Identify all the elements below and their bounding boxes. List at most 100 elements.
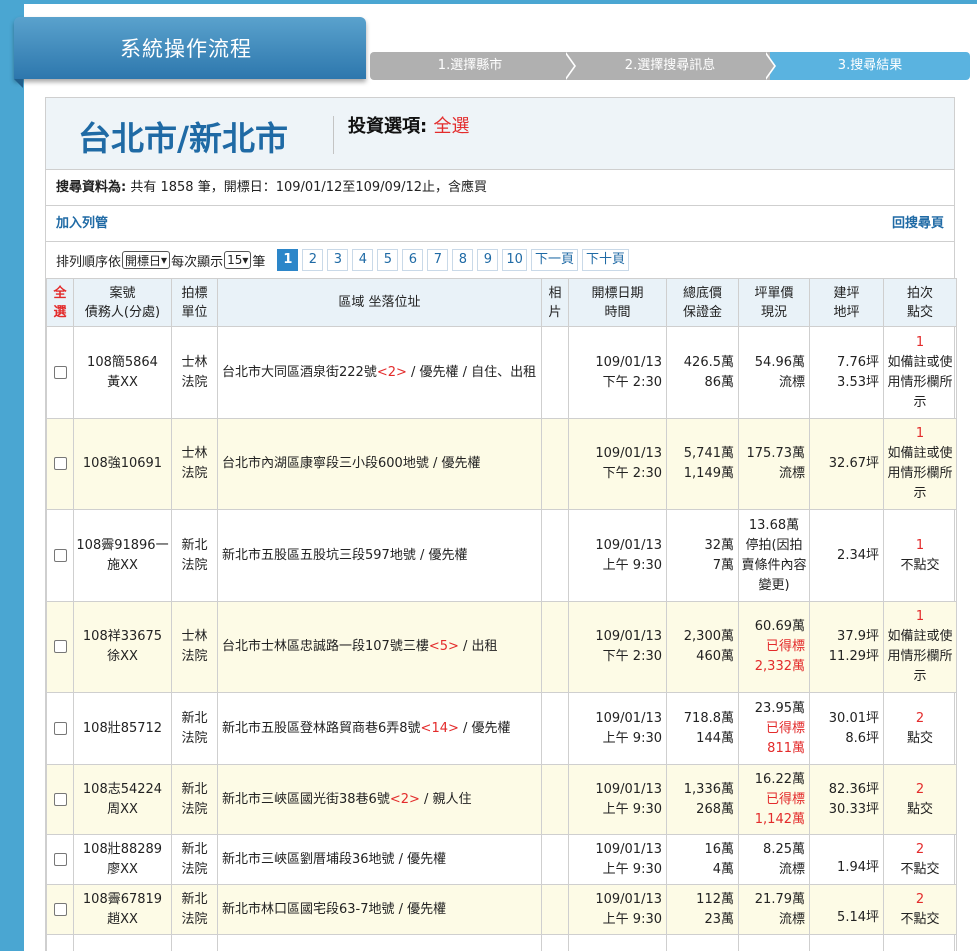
photo-cell <box>541 418 569 510</box>
row-checkbox[interactable] <box>53 457 67 470</box>
price-cell: 112萬 23萬 <box>666 884 739 935</box>
chevron-down-icon: ▾ <box>242 253 249 267</box>
table-row: 108霽91896一 施XX 新北 法院 新北市五股區五股坑三段597地號 / 優先… <box>46 509 957 602</box>
col-photo: 相片 <box>541 278 569 327</box>
date-cell: 109/01/13 上午 9:30 <box>568 692 667 765</box>
page-button-6[interactable]: 6 <box>402 249 424 271</box>
table-row: 108強10691 士林 法院 台北市內湖區康寧段三小段600地號 / 優先權 1… <box>46 418 957 510</box>
col-unit-price: 坪單價 現況 <box>738 278 810 327</box>
unit-price-cell: 175.73萬 流標 <box>738 418 810 510</box>
court-cell: 新北 法院 <box>171 509 218 602</box>
sort-select[interactable]: 開標日 ▾ <box>122 251 171 269</box>
next-page-button[interactable]: 下一頁 <box>530 249 578 271</box>
per-page-select[interactable]: 15 ▾ <box>224 251 252 269</box>
round-cell: 1 不點交 <box>883 509 957 602</box>
date-cell: 109/01/13 上午 9:30 <box>568 764 667 835</box>
price-cell: 5,741萬 1,149萬 <box>666 418 739 510</box>
area-cell: 5.14坪 <box>809 884 884 935</box>
row-checkbox-cell <box>46 692 74 765</box>
col-price: 總底價 保證金 <box>666 278 739 327</box>
case-cell[interactable]: 108志54224 周XX <box>73 764 172 835</box>
divider <box>333 116 334 154</box>
table-row: 108志54224 周XX 新北 法院 新北市三峽區國光街38巷6號<2> / 親人… <box>46 764 957 835</box>
back-to-search-link[interactable]: 回搜尋頁 <box>892 206 944 242</box>
address-cell[interactable]: 台北市大同區酒泉街222號<2> / 優先權 / 自住、出租 <box>217 326 542 419</box>
row-checkbox[interactable] <box>53 365 67 379</box>
row-checkbox-cell <box>46 326 74 419</box>
address-cell[interactable]: 新北市林口區國宅段63-7地號 / 優先權 <box>217 884 542 935</box>
case-cell[interactable]: 108霽91896一 施XX <box>73 509 172 602</box>
court-cell: 新北 法院 <box>171 764 218 835</box>
row-checkbox[interactable] <box>53 792 67 806</box>
address-cell[interactable]: 新北市五股區五股坑三段597地號 / 優先權 <box>217 509 542 602</box>
court-cell: 新北 法院 <box>171 692 218 765</box>
page-button-3[interactable]: 3 <box>327 249 349 271</box>
photo-cell <box>541 601 569 693</box>
round-cell: 2 不點交 <box>883 884 957 935</box>
per-page-unit: 筆 <box>252 254 266 270</box>
page-button-10[interactable]: 10 <box>502 249 527 271</box>
region-title: 台北市/新北市 <box>78 119 289 158</box>
add-watch-link[interactable]: 加入列管 <box>56 216 108 231</box>
court-cell: 士林 法院 <box>171 326 218 419</box>
court-cell: 士林 法院 <box>171 601 218 693</box>
court-cell: 新北 法院 <box>171 834 218 885</box>
unit-price-cell: 54.96萬 流標 <box>738 326 810 419</box>
unit-price-cell: 8.25萬 流標 <box>738 834 810 885</box>
case-cell[interactable]: 108簡5864 黃XX <box>73 326 172 419</box>
case-cell[interactable]: 108祥33675 徐XX <box>73 601 172 693</box>
round-cell: 2 點交 <box>883 764 957 835</box>
area-cell: 7.76坪 3.53坪 <box>809 326 884 419</box>
address-cell[interactable]: 新北市三峽區國光街38巷6號<2> / 親人住 <box>217 764 542 835</box>
area-cell: 30.01坪 8.6坪 <box>809 692 884 765</box>
step-arrow <box>764 52 774 80</box>
page-button-4[interactable]: 4 <box>352 249 374 271</box>
round-cell: 2 點交 <box>883 692 957 765</box>
price-cell: 2,300萬 460萬 <box>666 601 739 693</box>
row-checkbox-cell <box>46 834 74 885</box>
area-cell: 1.94坪 <box>809 834 884 885</box>
step-search-results[interactable]: 3.搜尋結果 <box>770 52 970 80</box>
date-cell: 109/01/13 下午 2:30 <box>568 601 667 693</box>
page-button-8[interactable]: 8 <box>452 249 474 271</box>
page-button-2[interactable]: 2 <box>302 249 324 271</box>
col-round: 拍次 點交 <box>883 278 957 327</box>
select-all-header[interactable]: 全選 <box>46 278 74 327</box>
process-title: 系統操作流程 <box>120 37 252 61</box>
page-button-1[interactable]: 1 <box>277 249 299 271</box>
round-cell: 2 不點交 <box>883 834 957 885</box>
address-cell[interactable]: 新北市五股區登林路貿商巷6弄8號<14> / 優先權 <box>217 692 542 765</box>
row-checkbox[interactable] <box>53 640 67 653</box>
court-cell: 新北 法院 <box>171 884 218 935</box>
table-row: 108霽67819 趙XX 新北 法院 新北市林口區國宅段63-7地號 / 優先權 … <box>46 884 957 935</box>
region-header: 台北市/新北市 投資選項: 全選 <box>46 98 954 170</box>
address-cell[interactable]: 台北市內湖區康寧段三小段600地號 / 優先權 <box>217 418 542 510</box>
row-checkbox[interactable] <box>53 902 67 916</box>
next-ten-pages-button[interactable]: 下十頁 <box>581 249 629 271</box>
page-button-9[interactable]: 9 <box>477 249 499 271</box>
row-checkbox-cell <box>46 509 74 602</box>
page-button-5[interactable]: 5 <box>377 249 399 271</box>
address-cell[interactable]: 新北市三峽區劉厝埔段36地號 / 優先權 <box>217 834 542 885</box>
unit-price-cell: 21.79萬 流標 <box>738 884 810 935</box>
invest-option: 投資選項: 全選 <box>348 112 469 138</box>
step-select-criteria[interactable]: 2.選擇搜尋訊息 <box>570 52 770 80</box>
step-progress: 1.選擇縣市 2.選擇搜尋訊息 3.搜尋結果 <box>370 52 970 80</box>
case-cell[interactable]: 108強10691 <box>73 418 172 510</box>
step-select-city[interactable]: 1.選擇縣市 <box>370 52 570 80</box>
page-button-7[interactable]: 7 <box>427 249 449 271</box>
table-row: 108壯85712 新北 法院 新北市五股區登林路貿商巷6弄8號<14> / 優先… <box>46 692 957 765</box>
row-checkbox[interactable] <box>53 721 67 735</box>
address-cell[interactable]: 台北市士林區忠誠路一段107號三樓<5> / 出租 <box>217 601 542 693</box>
invest-value: 全選 <box>433 116 470 137</box>
table-row <box>46 934 957 951</box>
row-checkbox[interactable] <box>53 548 67 562</box>
price-cell: 16萬 4萬 <box>666 834 739 885</box>
case-cell[interactable]: 108壯88289 廖XX <box>73 834 172 885</box>
row-checkbox-cell <box>46 884 74 935</box>
area-cell: 37.9坪 11.29坪 <box>809 601 884 693</box>
price-cell: 718.8萬 144萬 <box>666 692 739 765</box>
case-cell[interactable]: 108霽67819 趙XX <box>73 884 172 935</box>
row-checkbox[interactable] <box>53 852 67 866</box>
case-cell[interactable]: 108壯85712 <box>73 692 172 765</box>
